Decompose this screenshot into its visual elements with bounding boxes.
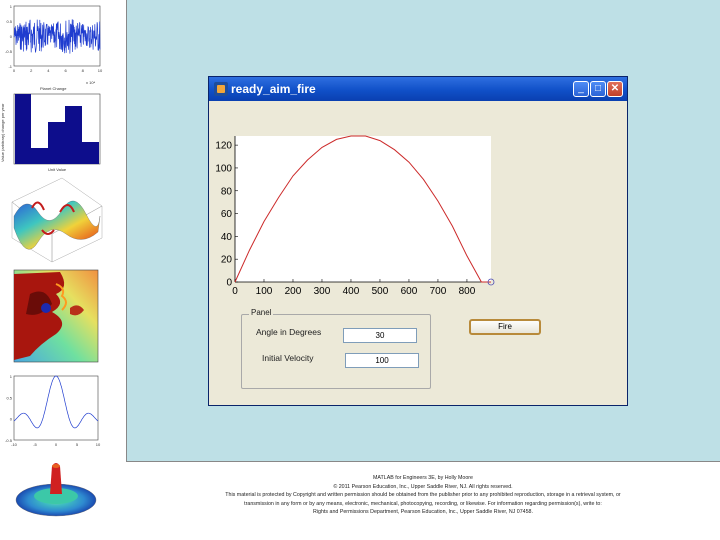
sinc-x-tick: -10 xyxy=(11,442,18,447)
signal-y-tick: 1 xyxy=(10,4,13,9)
sinc-x-tick: 0 xyxy=(55,442,58,447)
sinc-y-tick: 0.5 xyxy=(6,395,12,400)
sinc-thumbnail[interactable]: 10.50-0.5 -10 -5 0 5 10 xyxy=(0,372,110,452)
app-window: ready_aim_fire _ □ ✕ 0 20 40 60 80 100 120 0 10… xyxy=(208,76,628,406)
window-titlebar[interactable]: ready_aim_fire _ □ ✕ xyxy=(209,77,627,101)
y-tick-label: 20 xyxy=(221,255,233,266)
signal-y-tick: 0.5 xyxy=(6,19,12,24)
copyright-footer: MATLAB for Engineers 3E, by Holly Moore … xyxy=(126,474,720,517)
x-tick-label: 400 xyxy=(343,286,360,297)
thumbnail-sidebar: 1 0.5 0 -0.5 -1 0 2 4 6 8 10 x 10⁴ Planet Change … xyxy=(0,0,126,540)
matlab-icon xyxy=(214,82,228,96)
x-tick-label: 500 xyxy=(372,286,389,297)
footer-line: MATLAB for Engineers 3E, by Holly Moore xyxy=(373,475,473,481)
sinc-x-tick: 10 xyxy=(96,442,101,447)
histogram-thumbnail[interactable]: Planet Change Value (arbitrary) change p… xyxy=(0,82,110,172)
signal-x-tick: 0 xyxy=(13,68,16,73)
y-tick-label: 60 xyxy=(221,209,233,220)
signal-x-tick: 8 xyxy=(82,68,85,73)
signal-y-tick: -0.5 xyxy=(5,49,13,54)
histogram-title: Planet Change xyxy=(40,86,67,91)
signal-thumbnail[interactable]: 10.50-0.5-1 0 2 4 6 8 10 x 10⁴ xyxy=(0,0,110,92)
sinc-x-tick: -5 xyxy=(33,442,37,447)
signal-x-tick: 4 xyxy=(47,68,50,73)
footer-line: This material is protected by Copyright … xyxy=(225,492,621,498)
panel-title: Panel xyxy=(249,308,274,317)
close-button[interactable]: ✕ xyxy=(607,81,623,97)
sinc-x-tick: 5 xyxy=(76,442,79,447)
window-title: ready_aim_fire xyxy=(231,82,316,96)
x-tick-label: 300 xyxy=(314,286,331,297)
maximize-button[interactable]: □ xyxy=(590,81,606,97)
sinc-y-tick: 0 xyxy=(10,417,13,422)
input-panel xyxy=(241,314,431,389)
x-tick-label: 200 xyxy=(285,286,302,297)
velocity-input[interactable]: 100 xyxy=(345,353,419,368)
x-tick-label: 800 xyxy=(459,286,476,297)
minimize-button[interactable]: _ xyxy=(573,81,589,97)
footer-line: transmission in any form or by any means… xyxy=(244,500,602,507)
y-tick-label: 80 xyxy=(221,186,233,197)
signal-x-tick: 6 xyxy=(64,68,67,73)
y-tick-label: 120 xyxy=(215,141,232,152)
y-tick-label: 100 xyxy=(215,163,232,174)
x-tick-label: 600 xyxy=(401,286,418,297)
footer-line: Rights and Permissions Department, Pears… xyxy=(313,509,533,515)
fractal-thumbnail[interactable] xyxy=(0,264,110,372)
signal-y-tick: 0 xyxy=(10,34,13,39)
trajectory-plot: 020406080100120 0 100 200 300 400 500 600 700 80… xyxy=(215,135,495,297)
sinc-y-tick: 1 xyxy=(10,374,13,379)
surface-thumbnail[interactable] xyxy=(2,172,106,264)
velocity-label: Initial Velocity xyxy=(262,353,314,363)
footer-line: © 2011 Pearson Education, Inc., Upper Sa… xyxy=(333,483,513,490)
x-tick-label: 700 xyxy=(430,286,447,297)
peak-surface-thumbnail[interactable] xyxy=(8,456,108,526)
x-tick-label: 100 xyxy=(256,286,273,297)
signal-x-tick: 2 xyxy=(30,68,33,73)
histogram-ylabel: Value (arbitrary) change per year xyxy=(0,103,5,162)
angle-input[interactable]: 30 xyxy=(343,328,417,343)
x-tick-label: 0 xyxy=(232,286,238,297)
fire-button[interactable]: Fire xyxy=(469,319,541,335)
angle-label: Angle in Degrees xyxy=(256,327,322,337)
signal-x-tick: 10 xyxy=(98,68,103,73)
y-tick-label: 40 xyxy=(221,232,233,243)
